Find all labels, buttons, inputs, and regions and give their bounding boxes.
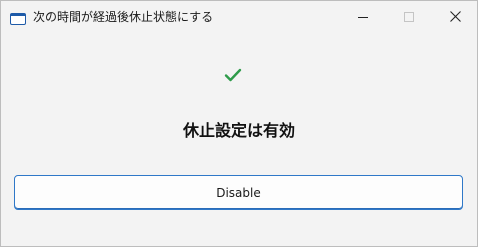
status-message: 休止設定は有効 xyxy=(182,121,295,140)
close-button[interactable] xyxy=(432,1,478,31)
window-title: 次の時間が経過後休止状態にする xyxy=(33,10,214,24)
checkmark-icon xyxy=(224,67,242,83)
maximize-icon xyxy=(404,7,414,26)
close-icon xyxy=(449,7,461,26)
title-bar[interactable]: 次の時間が経過後休止状態にする xyxy=(1,1,477,31)
window-icon xyxy=(10,10,26,25)
app-window: 次の時間が経過後休止状態にする 休止設定は有効 Disable xyxy=(0,0,478,247)
disable-button[interactable]: Disable xyxy=(14,175,463,210)
minimize-icon xyxy=(358,7,368,26)
minimize-button[interactable] xyxy=(340,1,386,31)
maximize-button[interactable] xyxy=(386,1,432,31)
